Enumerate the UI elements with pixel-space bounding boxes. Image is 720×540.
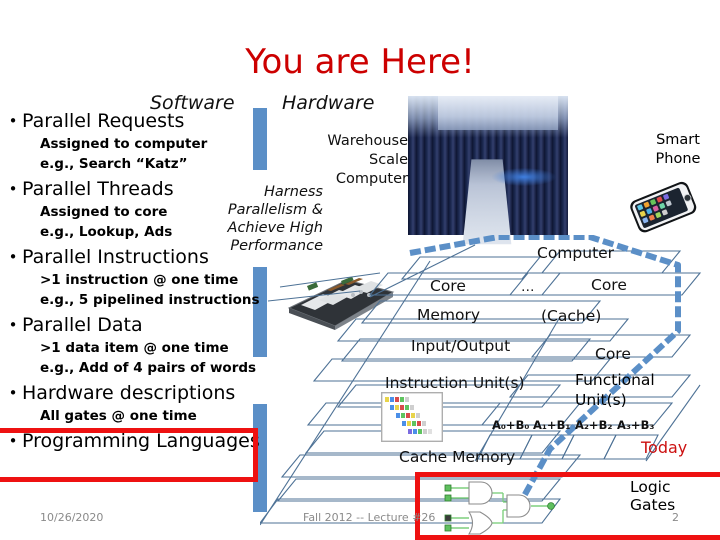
bullet-label: Parallel Instructions xyxy=(22,246,209,268)
smart-phone-label: Smart Phone xyxy=(640,131,716,169)
bullet-dot-icon: • xyxy=(8,112,18,130)
memory-label: Memory xyxy=(417,306,481,324)
cache-label: (Cache) xyxy=(541,307,602,325)
core-left-label: Core xyxy=(430,277,466,295)
smart-phone-label-line-2: Phone xyxy=(655,151,701,167)
footer-date: 10/26/2020 xyxy=(40,511,104,524)
logic-gate-schematic xyxy=(444,481,555,535)
warehouse-label-line-3: Computer xyxy=(335,171,408,187)
bullet-parallel-threads: • Parallel Threads xyxy=(4,178,266,201)
bullet-label: Parallel Data xyxy=(22,314,143,336)
cache-memory-label: Cache Memory xyxy=(399,448,516,466)
bullet-dot-icon: • xyxy=(8,316,18,334)
bullet-label: Hardware descriptions xyxy=(22,382,236,404)
highlight-box-hardware-descriptions xyxy=(0,428,258,482)
warehouse-label-line-2: Scale xyxy=(368,152,408,168)
layer-core-left xyxy=(400,256,542,280)
smart-phone-label-line-1: Smart xyxy=(656,132,700,148)
software-bullet-list: • Parallel Requests Assigned to computer… xyxy=(4,110,266,454)
input-output-label: Input/Output xyxy=(411,337,511,355)
computer-label: Computer xyxy=(537,244,615,262)
bullet-sub-line: Assigned to core xyxy=(40,204,168,220)
core-lower-label: Core xyxy=(595,345,631,363)
today-annotation: Today xyxy=(641,438,688,457)
hardware-column-heading: Hardware xyxy=(282,92,375,114)
bullet-hardware-descriptions: • Hardware descriptions xyxy=(4,382,266,405)
page-title: You are Here! xyxy=(245,42,475,82)
bullet-dot-icon: • xyxy=(8,180,18,198)
footer-lecture-info: Fall 2012 -- Lecture #26 xyxy=(303,511,436,524)
pipeline-stages-graphic xyxy=(381,392,443,442)
bullet-sub-line: All gates @ one time xyxy=(40,408,197,424)
bullet-parallel-requests: • Parallel Requests xyxy=(4,110,266,133)
core-ellipsis-label: … xyxy=(521,279,535,295)
bullet-label: Parallel Threads xyxy=(22,178,174,200)
footer-page-number: 2 xyxy=(672,511,679,524)
bullet-dot-icon: • xyxy=(8,384,18,402)
warehouse-label-line-1: Warehouse xyxy=(327,133,408,149)
functional-unit-label: Functional Unit(s) xyxy=(575,370,655,410)
instruction-unit-label: Instruction Unit(s) xyxy=(385,374,525,392)
bullet-sub-line: e.g., Lookup, Ads xyxy=(40,224,173,240)
functional-unit-line-1: Functional xyxy=(575,371,655,389)
bullet-parallel-instructions: • Parallel Instructions xyxy=(4,246,266,269)
bullet-sub-line: >1 data item @ one time xyxy=(40,340,229,356)
core-right-label: Core xyxy=(591,276,627,294)
bullet-sub-line: e.g., Search “Katz” xyxy=(40,156,188,172)
bullet-dot-icon: • xyxy=(8,248,18,266)
warehouse-scale-computer-photo xyxy=(408,96,568,245)
bullet-label: Parallel Requests xyxy=(22,110,185,132)
bullet-sub-line: e.g., 5 pipelined instructions xyxy=(40,292,260,308)
adder-label-0: A₀+B₀ xyxy=(492,418,530,432)
warehouse-scale-computer-label: Warehouse Scale Computer xyxy=(300,132,408,189)
logic-gates-label: Logic Gates xyxy=(630,478,676,514)
adder-label-1: A₁+B₁ xyxy=(533,418,571,432)
bullet-parallel-data: • Parallel Data xyxy=(4,314,266,337)
functional-unit-line-2: Unit(s) xyxy=(575,391,627,409)
adder-label-2: A₂+B₂ xyxy=(575,418,613,432)
datacenter-ceiling-detail xyxy=(438,96,558,130)
datacenter-blue-glow xyxy=(492,168,556,186)
bullet-sub-line: e.g., Add of 4 pairs of words xyxy=(40,360,257,376)
bullet-sub-line: Assigned to computer xyxy=(40,136,208,152)
bullet-sub-line: >1 instruction @ one time xyxy=(40,272,239,288)
adder-label-3: A₃+B₃ xyxy=(617,418,655,432)
smart-phone-photo xyxy=(630,181,697,233)
